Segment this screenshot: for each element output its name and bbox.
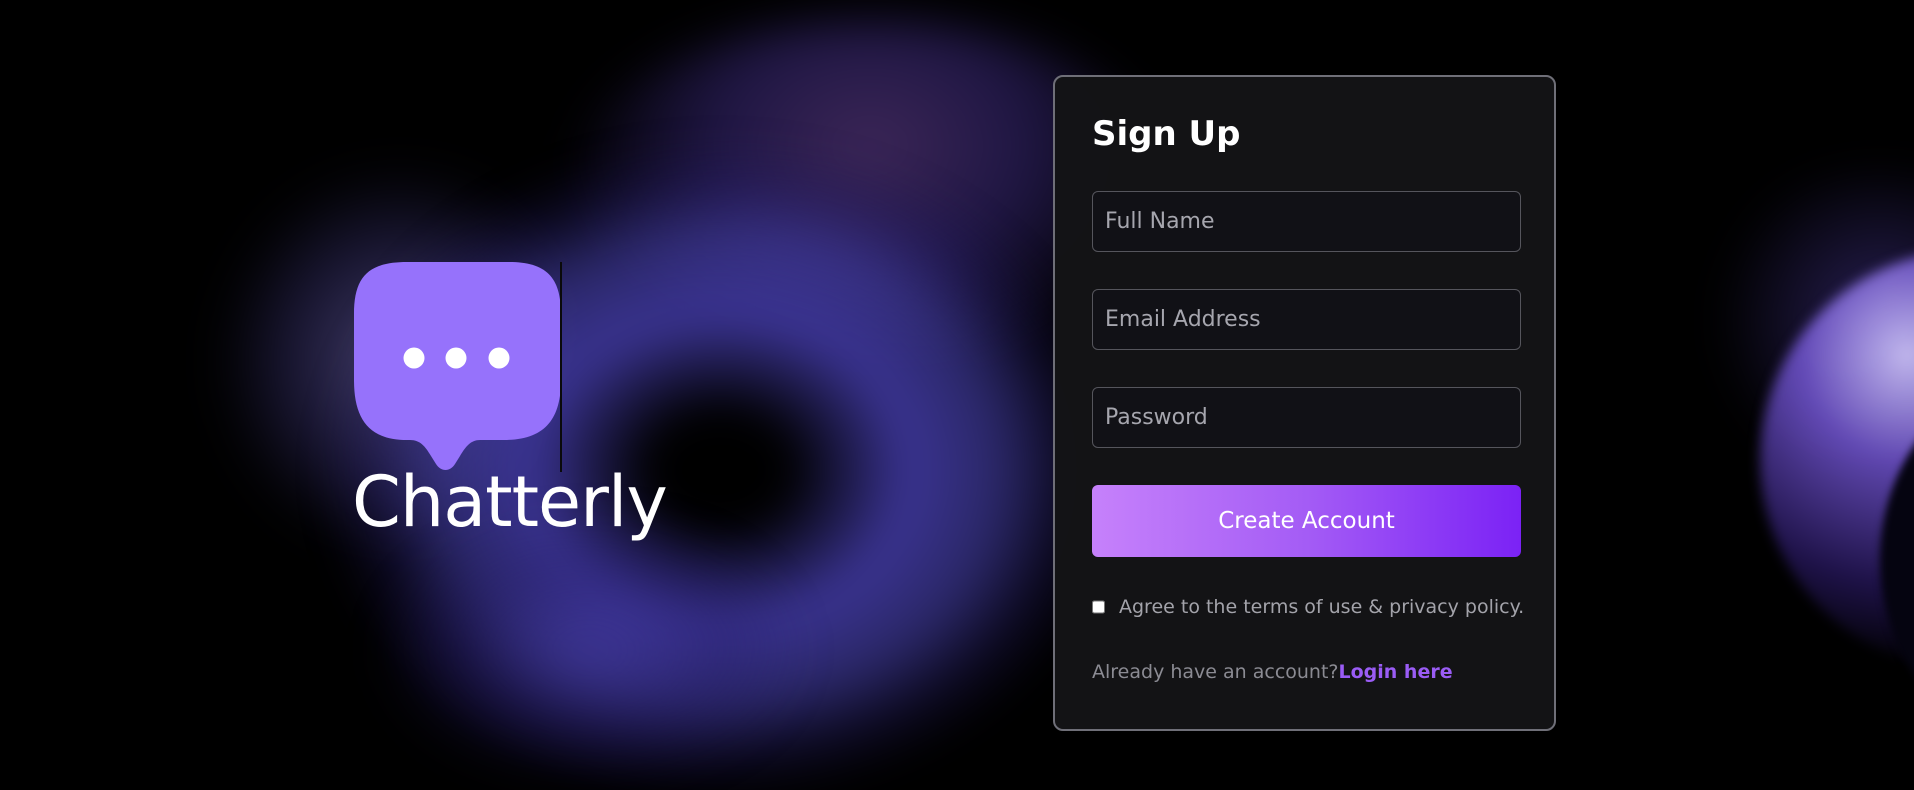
- terms-label: Agree to the terms of use & privacy poli…: [1119, 596, 1525, 618]
- full-name-input[interactable]: [1092, 191, 1521, 252]
- login-prompt-row: Already have an account?Login here: [1092, 661, 1517, 683]
- login-link[interactable]: Login here: [1339, 661, 1453, 683]
- signup-title: Sign Up: [1092, 114, 1241, 154]
- terms-row: Agree to the terms of use & privacy poli…: [1092, 595, 1524, 619]
- signup-card: Sign Up Create Account Agree to the term…: [1053, 75, 1556, 731]
- chat-bubble-icon: [354, 262, 561, 470]
- brand-name: Chatterly: [352, 461, 668, 543]
- terms-checkbox[interactable]: [1092, 599, 1105, 615]
- email-input[interactable]: [1092, 289, 1521, 350]
- signup-page: Chatterly Sign Up Create Account Agree t…: [0, 0, 1914, 790]
- brand-logo: Chatterly: [352, 262, 682, 562]
- text-cursor: [560, 262, 562, 472]
- login-prompt-text: Already have an account?: [1092, 661, 1339, 683]
- password-input[interactable]: [1092, 387, 1521, 448]
- create-account-button[interactable]: Create Account: [1092, 485, 1521, 557]
